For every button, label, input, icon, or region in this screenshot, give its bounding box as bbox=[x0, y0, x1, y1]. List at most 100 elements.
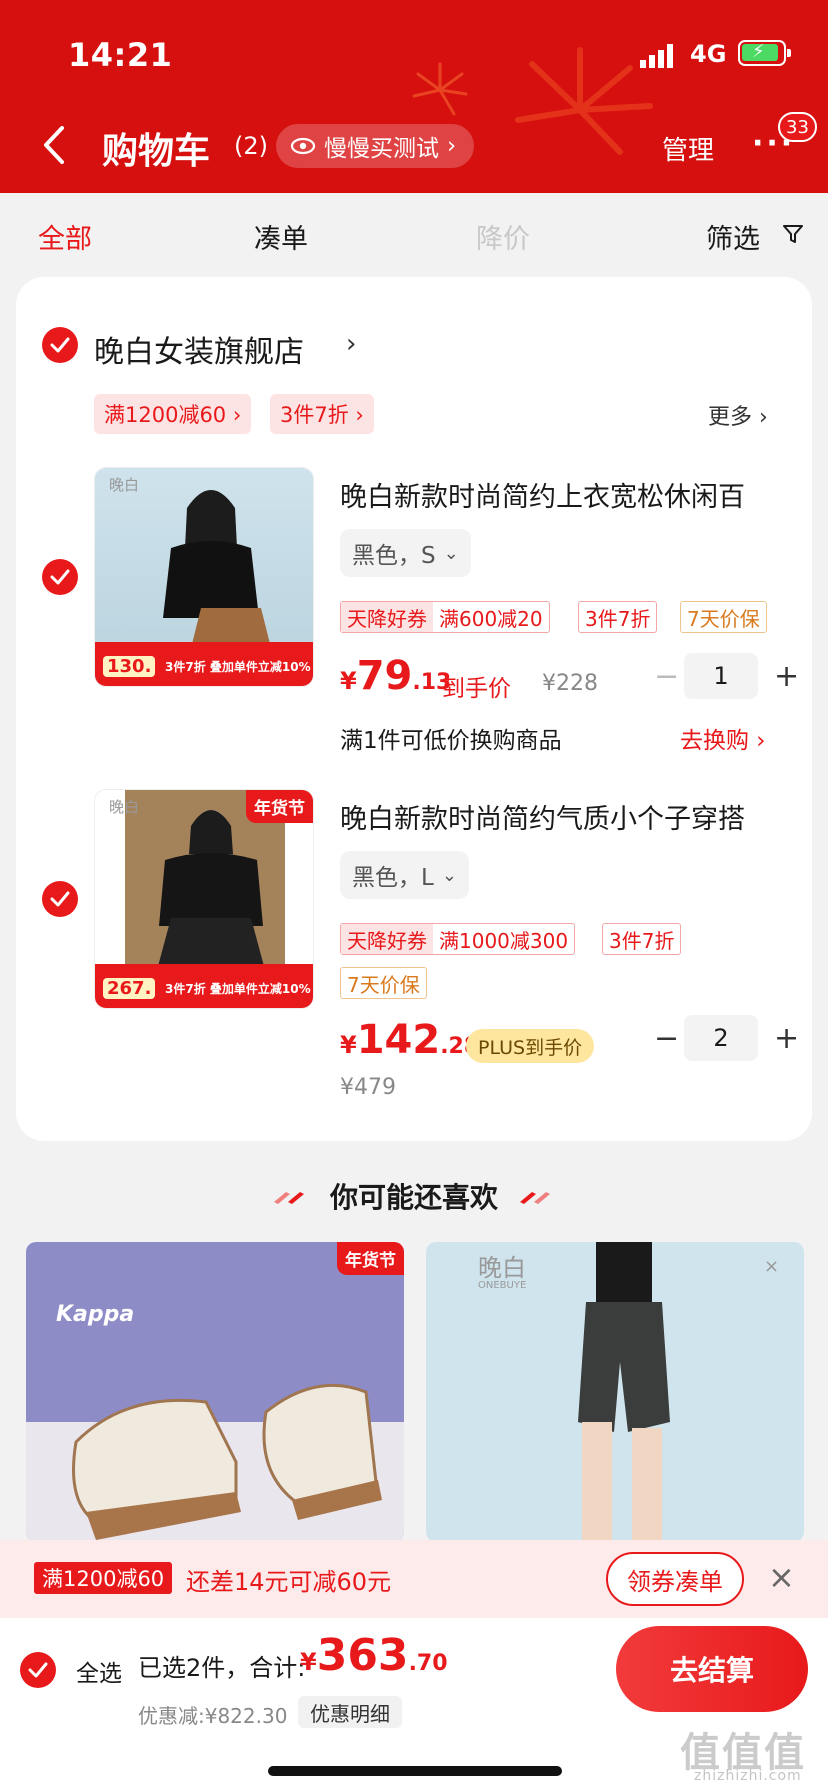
recommend-card[interactable]: 晚白 ONEBUYE × bbox=[426, 1242, 804, 1542]
check-icon bbox=[50, 891, 70, 907]
product-brand: 晚白 bbox=[109, 798, 140, 816]
coupon-tag-highlight: 天降好券 bbox=[341, 924, 433, 954]
close-icon[interactable]: × bbox=[768, 1558, 795, 1596]
eye-icon bbox=[290, 137, 316, 155]
tab-bundle[interactable]: 凑单 bbox=[254, 217, 308, 256]
store-name[interactable]: 晚白女装旗舰店 bbox=[94, 327, 304, 371]
product-image[interactable]: 晚白 130. 3件7折 叠加单件立减10% bbox=[94, 467, 314, 687]
product-image[interactable]: 晚白 年货节 267. 3件7折 叠加单件立减10% bbox=[94, 789, 314, 1009]
checkout-button[interactable]: 去结算 bbox=[616, 1626, 808, 1712]
select-all-label[interactable]: 全选 bbox=[76, 1654, 122, 1688]
qty-value[interactable]: 2 bbox=[684, 1015, 758, 1061]
festival-badge: 年货节 bbox=[337, 1242, 404, 1275]
store-checkbox[interactable] bbox=[42, 327, 78, 363]
original-price: ¥228 bbox=[542, 671, 598, 696]
back-icon[interactable] bbox=[38, 120, 72, 170]
coupon-threshold-tag: 满1200减60 bbox=[34, 1562, 173, 1594]
sneaker-photo bbox=[72, 1383, 382, 1540]
tab-filter[interactable]: 筛选 bbox=[706, 217, 760, 256]
chevron-down-icon: ⌄ bbox=[443, 542, 459, 564]
home-indicator[interactable] bbox=[268, 1766, 562, 1776]
exchange-link[interactable]: 去换购 › bbox=[680, 721, 766, 755]
price-protect-tag: 7天价保 bbox=[340, 967, 427, 999]
sku-label: 黑色，L bbox=[352, 865, 434, 891]
close-icon[interactable]: × bbox=[764, 1256, 779, 1277]
brand-logo: Kappa bbox=[56, 1302, 135, 1327]
festival-badge: 年货节 bbox=[246, 790, 313, 823]
sku-selector[interactable]: 黑色，L ⌄ bbox=[340, 851, 469, 899]
product-title[interactable]: 晚白新款时尚简约气质小个子穿搭 bbox=[340, 797, 800, 836]
exchange-offer: 满1件可低价换购商品 bbox=[340, 728, 562, 754]
qty-value[interactable]: 1 bbox=[684, 653, 758, 699]
coupon-tag-text: 满1000减300 bbox=[439, 928, 569, 953]
page-title: 购物车 bbox=[102, 131, 211, 172]
total-integer: 363 bbox=[316, 1630, 409, 1681]
sku-label: 黑色，S bbox=[352, 543, 436, 569]
total-price: ¥363.70 bbox=[300, 1630, 448, 1681]
manage-button[interactable]: 管理 bbox=[662, 130, 714, 167]
store-promo[interactable]: 3件7折 › bbox=[270, 394, 374, 434]
sku-selector[interactable]: 黑色，S ⌄ bbox=[340, 529, 471, 577]
filter-tabs: 全部 凑单 降价 筛选 bbox=[0, 193, 828, 277]
check-icon bbox=[50, 569, 70, 585]
decoration-icon bbox=[520, 1192, 550, 1204]
qty-increase-button[interactable]: + bbox=[774, 659, 799, 694]
discount-amount: 优惠减:¥822.30 bbox=[138, 1704, 288, 1728]
filter-icon[interactable] bbox=[782, 223, 804, 245]
item-checkbox[interactable] bbox=[42, 559, 78, 595]
model-photo bbox=[578, 1242, 670, 1542]
coupon-hint: 还差14元可减60元 bbox=[186, 1568, 392, 1596]
message-badge: 33 bbox=[778, 112, 817, 142]
more-promos-link[interactable]: 更多 › bbox=[708, 399, 768, 431]
original-price: ¥479 bbox=[340, 1075, 396, 1100]
currency-symbol: ¥ bbox=[340, 667, 357, 695]
discount-tag: 3件7折 bbox=[578, 601, 658, 633]
coupon-tag-text: 满600减20 bbox=[439, 606, 543, 631]
selection-summary: 已选2件，合计: bbox=[138, 1654, 306, 1682]
ribbon-text: 3件7折 叠加单件立减10% bbox=[165, 982, 311, 996]
get-coupon-button[interactable]: 领券凑单 bbox=[606, 1552, 744, 1606]
price-integer: 142 bbox=[356, 1017, 441, 1063]
model-photo bbox=[163, 490, 271, 648]
brand-logo-sub: ONEBUYE bbox=[478, 1280, 527, 1291]
total-decimal: .70 bbox=[408, 1651, 448, 1676]
signal-icon bbox=[640, 44, 673, 68]
coupon-tag: 天降好券 满1000减300 bbox=[340, 923, 576, 955]
qty-increase-button[interactable]: + bbox=[774, 1021, 799, 1056]
cart-count: (2) bbox=[234, 132, 268, 160]
ribbon-text: 3件7折 叠加单件立减10% bbox=[165, 660, 311, 674]
discount-detail-button[interactable]: 优惠明细 bbox=[298, 1696, 402, 1728]
network-label: 4G bbox=[690, 40, 727, 68]
checkout-bar: 全选 已选2件，合计: ¥363.70 优惠减:¥822.30 优惠明细 去结算… bbox=[0, 1618, 828, 1792]
chevron-down-icon: ⌄ bbox=[441, 864, 457, 886]
price-watch-pill[interactable]: 慢慢买测试 › bbox=[276, 124, 475, 168]
status-bar: 14:21 4G ⚡ bbox=[0, 30, 828, 78]
store-card: 晚白女装旗舰店 › 满1200减60 › 3件7折 › 更多 › 晚白 130.… bbox=[16, 277, 812, 1141]
brand-logo: 晚白 bbox=[478, 1254, 526, 1282]
ribbon-price: 130. bbox=[103, 656, 156, 677]
chevron-right-icon[interactable]: › bbox=[346, 329, 356, 359]
promo-ribbon: 130. 3件7折 叠加单件立减10% bbox=[95, 642, 313, 686]
tab-all[interactable]: 全部 bbox=[38, 217, 92, 256]
qty-decrease-button[interactable]: − bbox=[654, 1021, 679, 1056]
currency-symbol: ¥ bbox=[300, 1648, 317, 1676]
currency-symbol: ¥ bbox=[340, 1031, 357, 1059]
qty-decrease-button[interactable]: − bbox=[654, 659, 679, 694]
recommend-title: 你可能还喜欢 bbox=[329, 1181, 498, 1214]
price-protect-tag: 7天价保 bbox=[680, 601, 767, 633]
tab-price-drop[interactable]: 降价 bbox=[476, 217, 530, 256]
select-all-checkbox[interactable] bbox=[20, 1652, 56, 1688]
store-promo[interactable]: 满1200减60 › bbox=[94, 394, 252, 434]
coupon-tag: 天降好券 满600减20 bbox=[340, 601, 550, 633]
chevron-right-icon: › bbox=[447, 133, 457, 159]
nav-bar: 购物车 (2) 慢慢买测试 › 管理 ··· 33 bbox=[0, 112, 828, 182]
recommend-card[interactable]: Kappa 年货节 bbox=[26, 1242, 404, 1542]
model-photo bbox=[157, 810, 265, 970]
watermark-url: zhizhizhi.com bbox=[694, 1768, 802, 1784]
product-title[interactable]: 晚白新款时尚简约上衣宽松休闲百 bbox=[340, 475, 800, 514]
check-icon bbox=[28, 1662, 48, 1678]
item-checkbox[interactable] bbox=[42, 881, 78, 917]
final-price: ¥142.28 bbox=[340, 1017, 479, 1063]
final-price: ¥79.13 bbox=[340, 653, 451, 699]
ribbon-price: 267. bbox=[103, 978, 156, 999]
